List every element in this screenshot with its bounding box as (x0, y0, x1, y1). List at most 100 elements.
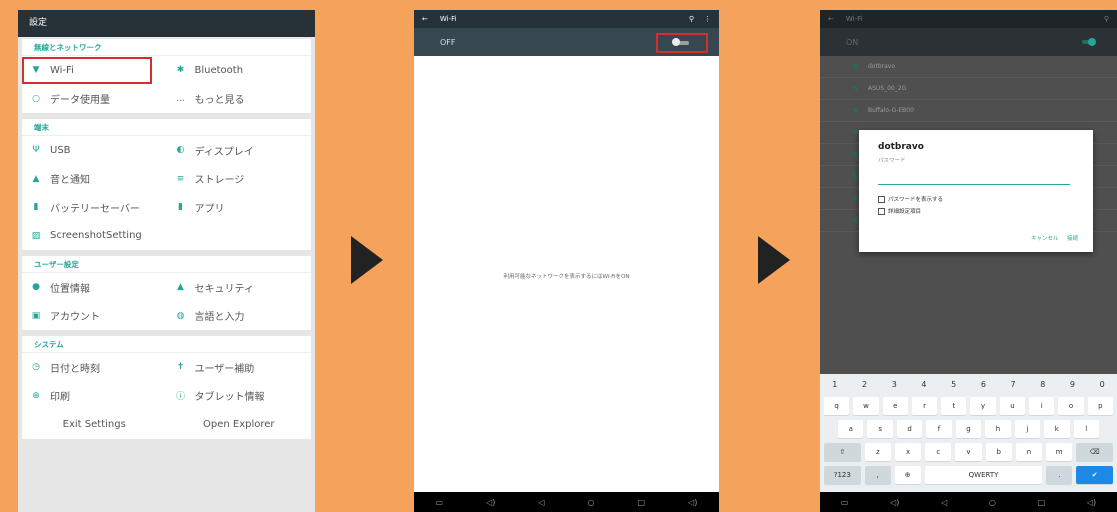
keyboard-key[interactable]: , (864, 465, 891, 484)
nav-button-icon[interactable]: ▭ (436, 498, 444, 507)
keyboard-key[interactable]: n (1015, 442, 1043, 461)
nav-button-icon[interactable]: ◁) (890, 498, 899, 507)
settings-screen: 設定 無線とネットワーク ▼ Wi-Fi ✱ Bluetooth ○ データ使用量 … もっと見… (18, 10, 315, 512)
keyboard-key[interactable]: ?123 (824, 465, 861, 484)
settings-item[interactable]: … もっと見る (167, 85, 312, 114)
settings-item[interactable]: ▣ アカウント (22, 302, 167, 331)
settings-item[interactable]: ◷ 日付と時刻 (22, 353, 167, 382)
keyboard-key[interactable]: w (853, 396, 879, 415)
more-options-icon[interactable]: ⋮ (704, 15, 711, 23)
network-row[interactable]: ◥ ASUS_00_2G (820, 78, 1117, 100)
number-key[interactable]: 8 (1028, 380, 1058, 389)
search-icon[interactable]: ⚲ (1104, 15, 1109, 23)
setting-label: もっと見る (194, 95, 245, 107)
keyboard-key[interactable]: y (970, 396, 996, 415)
keyboard-key[interactable]: ⇧ (824, 442, 861, 461)
settings-item[interactable]: ◐ ディスプレイ (167, 136, 312, 165)
number-key[interactable]: 9 (1058, 380, 1088, 389)
keyboard-key[interactable]: i (1029, 396, 1055, 415)
number-key[interactable]: 3 (879, 380, 909, 389)
keyboard-key[interactable]: x (894, 442, 922, 461)
advanced-options-checkbox[interactable]: 詳細設定項目 (878, 207, 921, 215)
show-password-checkbox[interactable]: パスワードを表示する (878, 195, 943, 203)
network-row[interactable]: ◥ Buffalo-G-EB00 (820, 100, 1117, 122)
settings-item[interactable]: ▮ バッテリーセーバー (22, 193, 167, 222)
keyboard-key[interactable]: d (896, 419, 923, 438)
keyboard-key[interactable]: b (985, 442, 1012, 461)
settings-item[interactable]: ✝ ユーザー補助 (167, 353, 312, 382)
settings-item[interactable]: ● 位置情報 (22, 273, 167, 302)
nav-button-icon[interactable]: □ (1038, 498, 1046, 507)
keyboard-key[interactable]: c (925, 442, 952, 461)
keyboard-key[interactable]: r (911, 396, 938, 415)
settings-item[interactable]: Open Explorer (167, 410, 312, 439)
nav-button-icon[interactable]: ◁) (486, 498, 495, 507)
setting-icon: ⊕ (32, 390, 40, 401)
settings-item[interactable]: Ψ USB (22, 136, 167, 165)
number-key[interactable]: 2 (850, 380, 880, 389)
keyboard-key[interactable]: k (1044, 419, 1070, 438)
keyboard-key[interactable]: a (838, 419, 864, 438)
back-arrow-icon[interactable]: ← (422, 15, 428, 23)
nav-button-icon[interactable]: □ (638, 498, 646, 507)
settings-item[interactable]: ⓘ タブレット情報 (167, 382, 312, 411)
nav-button-icon[interactable]: ◁) (1087, 498, 1096, 507)
settings-row: Exit Settings Open Explorer (22, 410, 311, 439)
settings-row: ◷ 日付と時刻 ✝ ユーザー補助 (22, 353, 311, 382)
back-arrow-icon[interactable]: ← (828, 15, 834, 23)
network-name: dotbravo (868, 63, 896, 70)
settings-item[interactable]: ○ データ使用量 (22, 85, 167, 114)
settings-item[interactable]: ▲ セキュリティ (167, 273, 312, 302)
settings-item[interactable]: ▨ ScreenshotSetting (22, 222, 167, 251)
cancel-button[interactable]: キャンセル (1031, 234, 1059, 242)
keyboard-key[interactable]: j (1014, 419, 1041, 438)
keyboard-key[interactable]: g (955, 419, 982, 438)
number-key[interactable]: 4 (909, 380, 939, 389)
search-icon[interactable]: ⚲ (689, 15, 694, 23)
nav-button-icon[interactable]: ◁ (941, 498, 947, 507)
settings-item[interactable]: ≡ ストレージ (167, 165, 312, 194)
wifi-toggle-switch[interactable] (1082, 38, 1096, 46)
nav-button-icon[interactable]: ◁ (538, 498, 544, 507)
keyboard-key[interactable]: ⌫ (1076, 442, 1113, 461)
keyboard-key[interactable]: f (926, 419, 952, 438)
connect-button[interactable]: 接続 (1067, 234, 1078, 242)
keyboard-key[interactable]: m (1046, 442, 1073, 461)
keyboard-key[interactable]: h (985, 419, 1011, 438)
setting-icon: ◍ (176, 310, 185, 321)
nav-button-icon[interactable]: ▭ (841, 498, 849, 507)
keyboard-key[interactable]: q (824, 396, 850, 415)
keyboard-key[interactable]: u (999, 396, 1026, 415)
keyboard-key[interactable]: ✔ (1076, 465, 1113, 484)
keyboard-key[interactable]: s (867, 419, 893, 438)
settings-item[interactable]: ▲ 音と通知 (22, 165, 167, 194)
keyboard-key[interactable]: o (1058, 396, 1084, 415)
keyboard-key[interactable]: ⊕ (894, 465, 921, 484)
keyboard-key[interactable]: p (1087, 396, 1113, 415)
nav-button-icon[interactable]: ◁) (688, 498, 697, 507)
keyboard-key[interactable]: l (1073, 419, 1099, 438)
nav-button-icon[interactable]: ○ (989, 498, 996, 507)
password-input[interactable] (878, 170, 1070, 185)
keyboard-key[interactable]: . (1046, 465, 1073, 484)
settings-item[interactable]: ◍ 言語と入力 (167, 302, 312, 331)
settings-item[interactable]: Exit Settings (22, 410, 167, 439)
nav-button-icon[interactable]: ○ (588, 498, 595, 507)
number-key[interactable]: 0 (1087, 380, 1117, 389)
number-key[interactable]: 6 (969, 380, 999, 389)
settings-item[interactable]: ▮ アプリ (167, 193, 312, 222)
settings-item[interactable]: ⊕ 印刷 (22, 382, 167, 411)
keyboard-key[interactable]: e (882, 396, 908, 415)
network-row[interactable]: ◥ dotbravo (820, 56, 1117, 78)
wifi-toggle-switch[interactable] (656, 33, 708, 53)
number-key[interactable]: 1 (820, 380, 850, 389)
number-key[interactable]: 7 (998, 380, 1028, 389)
keyboard-key[interactable]: t (941, 396, 967, 415)
setting-icon: ▣ (31, 310, 41, 321)
settings-item[interactable]: ▼ Wi-Fi (22, 56, 167, 85)
keyboard-key[interactable]: z (864, 442, 891, 461)
keyboard-key[interactable]: QWERTY (924, 465, 1043, 484)
keyboard-key[interactable]: v (955, 442, 982, 461)
settings-item[interactable]: ✱ Bluetooth (167, 56, 312, 85)
number-key[interactable]: 5 (939, 380, 969, 389)
